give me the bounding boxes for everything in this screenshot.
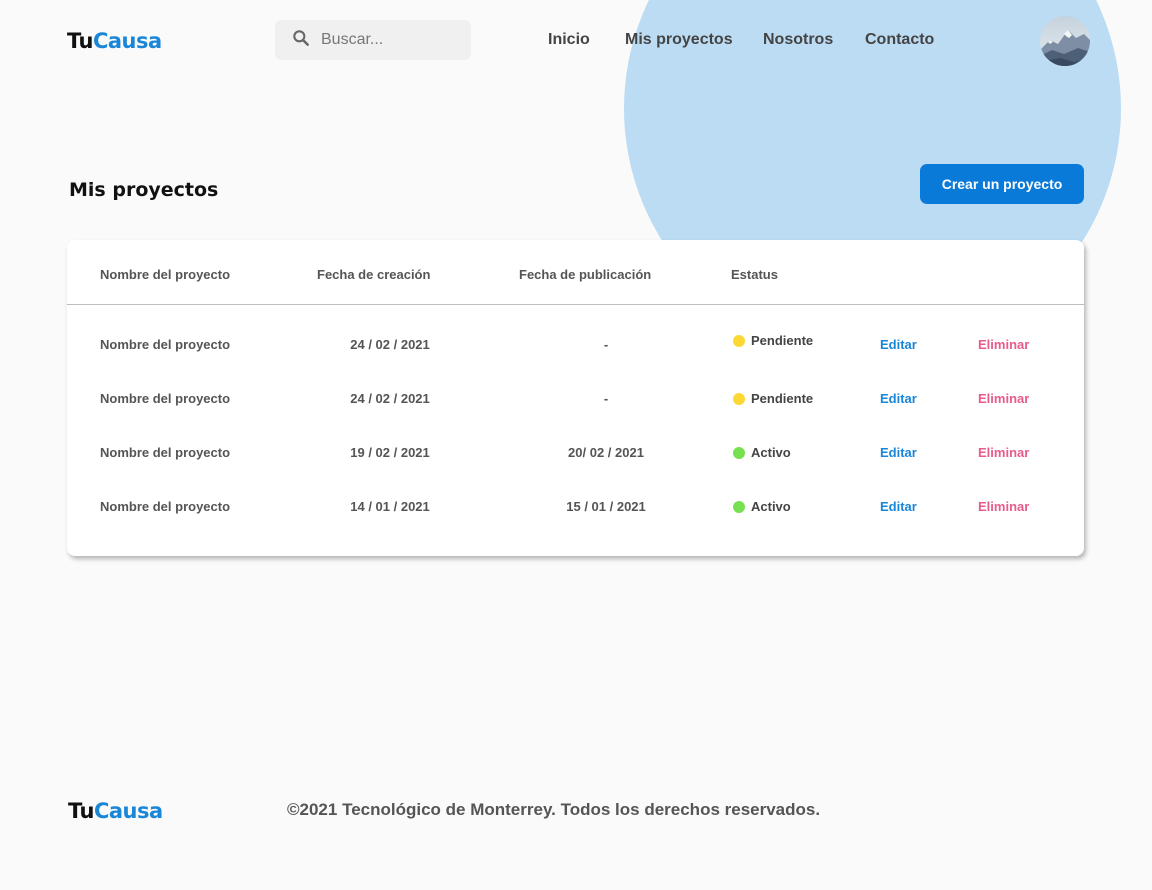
table-row: Nombre del proyecto 19 / 02 / 2021 20/ 0…	[67, 445, 1084, 469]
created-date: 14 / 01 / 2021	[350, 499, 430, 514]
delete-link[interactable]: Eliminar	[978, 391, 1029, 406]
column-header-published: Fecha de publicación	[519, 267, 652, 282]
nav-item-contacto[interactable]: Contacto	[865, 31, 934, 49]
project-name: Nombre del proyecto	[100, 499, 231, 514]
published-date: 15 / 01 / 2021	[566, 499, 646, 514]
status-dot	[733, 446, 745, 459]
search-input[interactable]	[321, 31, 461, 49]
created-date: 24 / 02 / 2021	[350, 391, 430, 406]
table-row: Nombre del proyecto 24 / 02 / 2021 - Pen…	[67, 333, 1084, 361]
edit-link[interactable]: Editar	[880, 337, 917, 352]
footer-copyright: ©2021 Tecnológico de Monterrey. Todos lo…	[287, 800, 821, 819]
search-bar[interactable]	[275, 20, 471, 60]
project-name: Nombre del proyecto	[100, 445, 231, 460]
status-dot	[733, 392, 745, 405]
page-title: Mis proyectos	[69, 179, 219, 201]
header-logo[interactable]: TuCausa	[67, 29, 162, 53]
status-label: Pendiente	[751, 333, 814, 348]
published-date: 20/ 02 / 2021	[568, 445, 644, 460]
logo-part-tu: Tu	[67, 29, 93, 53]
status-badge: Pendiente	[733, 333, 813, 348]
logo-part-tu: Tu	[68, 799, 94, 823]
status-label: Pendiente	[751, 391, 814, 406]
published-date: -	[603, 391, 609, 406]
status-label: Activo	[751, 445, 791, 460]
created-date: 19 / 02 / 2021	[350, 445, 430, 460]
logo-part-causa: Causa	[93, 799, 163, 823]
avatar[interactable]	[1040, 16, 1090, 66]
edit-link[interactable]: Editar	[880, 445, 917, 460]
logo-part-causa: Causa	[92, 29, 162, 53]
create-project-button[interactable]: Crear un proyecto	[920, 164, 1084, 204]
table-row: Nombre del proyecto 14 / 01 / 2021 15 / …	[67, 499, 1084, 523]
header-divider	[67, 304, 1084, 305]
status-label: Activo	[751, 499, 791, 514]
edit-link[interactable]: Editar	[880, 391, 917, 406]
nav-item-mis-proyectos[interactable]: Mis proyectos	[625, 31, 733, 49]
created-date: 24 / 02 / 2021	[350, 337, 430, 352]
delete-link[interactable]: Eliminar	[978, 499, 1029, 514]
published-date: -	[603, 337, 609, 352]
project-name: Nombre del proyecto	[100, 391, 231, 406]
delete-link[interactable]: Eliminar	[978, 337, 1029, 352]
column-header-created: Fecha de creación	[317, 267, 431, 282]
nav-item-inicio[interactable]: Inicio	[548, 31, 590, 49]
column-header-name: Nombre del proyecto	[100, 267, 231, 282]
status-dot	[733, 500, 745, 513]
footer-logo[interactable]: TuCausa	[68, 799, 163, 823]
column-header-status: Estatus	[731, 267, 778, 282]
search-icon	[291, 28, 311, 53]
status-badge: Activo	[733, 445, 791, 460]
edit-link[interactable]: Editar	[880, 499, 917, 514]
status-badge: Pendiente	[733, 391, 813, 406]
status-dot	[733, 334, 745, 347]
table-row: Nombre del proyecto 24 / 02 / 2021 - Pen…	[67, 391, 1084, 415]
projects-table: Nombre del proyecto Fecha de creación Fe…	[67, 240, 1084, 556]
delete-link[interactable]: Eliminar	[978, 445, 1029, 460]
project-name: Nombre del proyecto	[100, 337, 231, 352]
nav-item-nosotros[interactable]: Nosotros	[763, 31, 833, 49]
status-badge: Activo	[733, 499, 791, 514]
